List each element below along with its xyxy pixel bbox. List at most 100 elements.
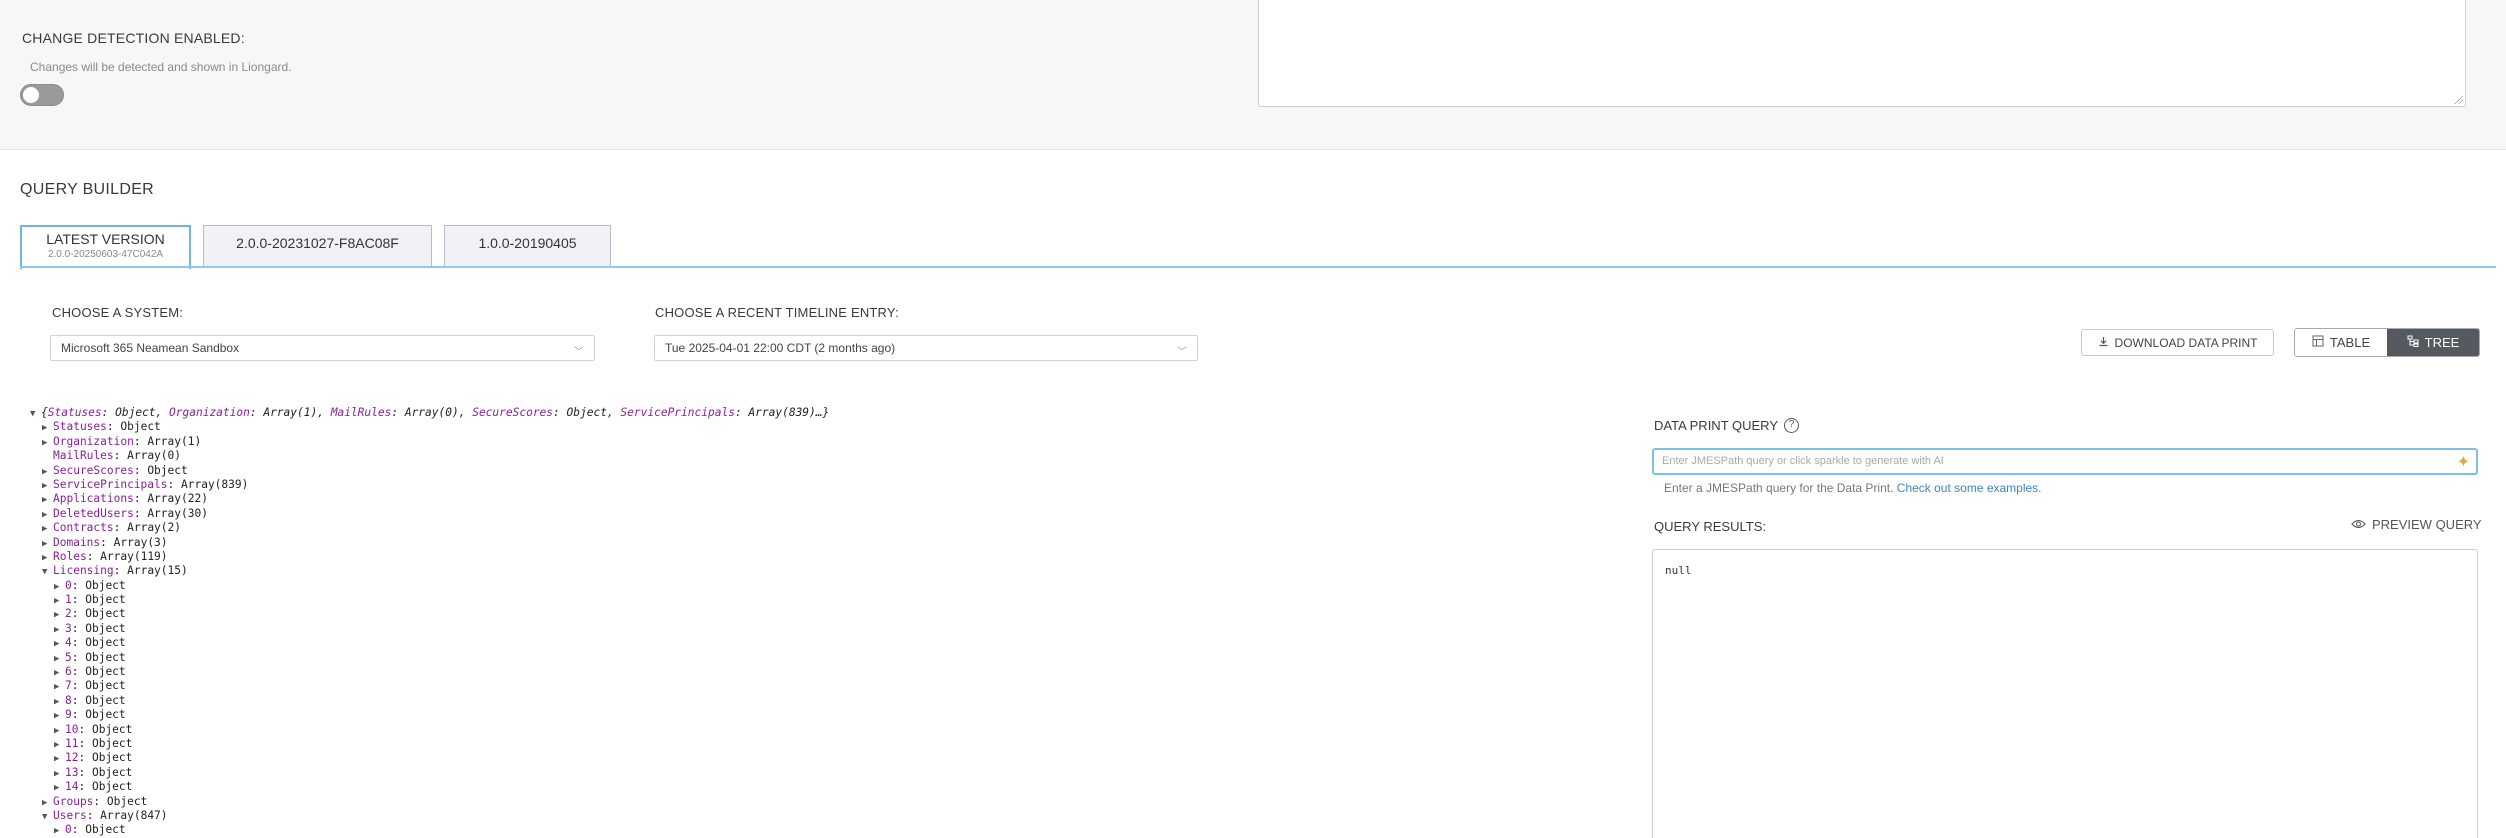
tree-view-button[interactable]: TREE bbox=[2387, 329, 2479, 356]
table-view-button[interactable]: TABLE bbox=[2295, 329, 2387, 356]
chevron-down-icon: ﹀ bbox=[574, 347, 584, 358]
tree-value: Object bbox=[91, 780, 133, 794]
tree-row[interactable]: ▶ Organization: Array(1) bbox=[30, 435, 829, 449]
tree-value: Object bbox=[85, 593, 126, 607]
tree-row[interactable]: ▶ Applications: Array(22) bbox=[30, 492, 829, 506]
root-val: Array(1) bbox=[263, 406, 318, 419]
triangle-right-icon[interactable]: ▶ bbox=[42, 796, 53, 810]
tree-value: Object bbox=[85, 693, 126, 707]
tree-row[interactable]: ▶ Domains: Array(3) bbox=[30, 536, 829, 550]
tab-latest-version[interactable]: LATEST VERSION 2.0.0-20250603-47C042A bbox=[20, 225, 191, 269]
tree-row[interactable]: ▶ Statuses: Object bbox=[30, 420, 829, 434]
query-help: Enter a JMESPath query for the Data Prin… bbox=[1664, 481, 1897, 495]
tree-row[interactable]: ▶ 0: Object bbox=[30, 579, 829, 593]
triangle-right-icon[interactable]: ▶ bbox=[54, 680, 65, 694]
change-detection-help: Changes will be detected and shown in Li… bbox=[30, 60, 292, 74]
tab-version-2-0-0[interactable]: 2.0.0-20231027-F8AC08F bbox=[203, 225, 432, 267]
triangle-right-icon[interactable]: ▶ bbox=[54, 695, 65, 709]
tree-row[interactable]: ▶ 14: Object bbox=[30, 780, 829, 794]
examples-link[interactable]: Check out some examples. bbox=[1897, 481, 2042, 495]
eye-icon bbox=[2351, 517, 2366, 532]
triangle-right-icon[interactable]: ▶ bbox=[54, 666, 65, 680]
root-val: Object bbox=[115, 406, 156, 419]
tree-value: Object bbox=[85, 578, 126, 592]
triangle-right-icon[interactable]: ▶ bbox=[42, 522, 53, 536]
tree-row[interactable]: ▼ Licensing: Array(15) bbox=[30, 564, 829, 578]
tree-row[interactable]: ▶ Groups: Object bbox=[30, 795, 829, 809]
root-val: Array(0) bbox=[404, 406, 459, 419]
triangle-down-icon[interactable]: ▼ bbox=[30, 407, 41, 421]
triangle-right-icon[interactable]: ▶ bbox=[42, 421, 53, 435]
triangle-right-icon[interactable]: ▶ bbox=[54, 652, 65, 666]
triangle-right-icon[interactable]: ▶ bbox=[54, 637, 65, 651]
sparkle-icon[interactable]: ✦ bbox=[2457, 452, 2470, 472]
tree-row[interactable]: ▶ DeletedUsers: Array(30) bbox=[30, 507, 829, 521]
tree-value: Object bbox=[106, 794, 148, 808]
tree-row[interactable]: ▶ 2: Object bbox=[30, 607, 829, 621]
triangle-right-icon[interactable]: ▶ bbox=[54, 623, 65, 637]
tree-row[interactable]: ▶ 3: Object bbox=[30, 622, 829, 636]
timeline-select[interactable]: Tue 2025-04-01 22:00 CDT (2 months ago) … bbox=[654, 335, 1198, 361]
download-icon bbox=[2098, 336, 2109, 350]
tree-row[interactable]: ▶ 5: Object bbox=[30, 651, 829, 665]
triangle-right-icon[interactable]: ▶ bbox=[54, 767, 65, 781]
tree-row[interactable]: ▶ Contracts: Array(2) bbox=[30, 521, 829, 535]
triangle-right-icon[interactable]: ▶ bbox=[42, 465, 53, 479]
triangle-right-icon[interactable]: ▶ bbox=[54, 781, 65, 795]
triangle-right-icon[interactable]: ▶ bbox=[54, 608, 65, 622]
tree-key: 3 bbox=[65, 621, 72, 635]
download-data-print-button[interactable]: DOWNLOAD DATA PRINT bbox=[2081, 329, 2274, 356]
change-detection-toggle[interactable] bbox=[20, 84, 64, 106]
triangle-right-icon[interactable]: ▶ bbox=[54, 824, 65, 838]
tree-row[interactable]: ▶ 7: Object bbox=[30, 679, 829, 693]
preview-query-button[interactable]: PREVIEW QUERY bbox=[2351, 517, 2482, 532]
query-help-text: Enter a JMESPath query for the Data Prin… bbox=[1664, 481, 2042, 495]
triangle-right-icon[interactable]: ▶ bbox=[42, 537, 53, 551]
tree-row[interactable]: ▶ 6: Object bbox=[30, 665, 829, 679]
triangle-right-icon[interactable]: ▶ bbox=[42, 436, 53, 450]
query-results-label: QUERY RESULTS: bbox=[1654, 519, 1766, 534]
tree-row[interactable]: ▶ 11: Object bbox=[30, 737, 829, 751]
triangle-right-icon[interactable]: ▶ bbox=[54, 738, 65, 752]
tree-key: Statuses bbox=[53, 420, 107, 434]
jmespath-query-input[interactable]: Enter JMESPath query or click sparkle to… bbox=[1652, 448, 2478, 475]
tree-root-row[interactable]: ▼ {Statuses: Object, Organization: Array(… bbox=[30, 406, 829, 420]
preview-label: PREVIEW QUERY bbox=[2372, 517, 2482, 532]
system-select[interactable]: Microsoft 365 Neamean Sandbox ﹀ bbox=[50, 335, 595, 361]
triangle-right-icon[interactable]: ▶ bbox=[42, 551, 53, 565]
triangle-right-icon[interactable]: ▶ bbox=[54, 709, 65, 723]
triangle-right-icon[interactable]: ▶ bbox=[54, 580, 65, 594]
tree-row[interactable]: ▶ 9: Object bbox=[30, 708, 829, 722]
triangle-right-icon[interactable]: ▶ bbox=[42, 493, 53, 507]
tree-row[interactable]: ▶ ServicePrincipals: Array(839) bbox=[30, 478, 829, 492]
tree-key: Roles bbox=[53, 549, 87, 563]
triangle-right-icon[interactable]: ▶ bbox=[54, 724, 65, 738]
tree-row[interactable]: ▶ SecureScores: Object bbox=[30, 464, 829, 478]
dpq-label-text: DATA PRINT QUERY bbox=[1654, 418, 1779, 433]
tree-value: Object bbox=[147, 463, 188, 477]
tree-row[interactable]: ▶ 8: Object bbox=[30, 694, 829, 708]
tab-version-1-0-0[interactable]: 1.0.0-20190405 bbox=[444, 225, 611, 267]
tab-underline bbox=[20, 266, 2496, 268]
help-circle-icon[interactable]: ? bbox=[1784, 418, 1800, 433]
triangle-right-icon[interactable]: ▶ bbox=[42, 479, 53, 493]
query-placeholder: Enter JMESPath query or click sparkle to… bbox=[1662, 455, 1944, 467]
triangle-down-icon[interactable]: ▼ bbox=[42, 565, 53, 579]
description-textarea[interactable] bbox=[1258, 0, 2466, 107]
tree-row[interactable]: ▶ 4: Object bbox=[30, 636, 829, 650]
tree-row[interactable]: MailRules: Array(0) bbox=[30, 449, 829, 463]
tree-row[interactable]: ▶ 0: Object bbox=[30, 823, 829, 837]
tree-value: Array(22) bbox=[147, 492, 208, 506]
tree-row[interactable]: ▶ 10: Object bbox=[30, 723, 829, 737]
tree-row[interactable]: ▼ Users: Array(847) bbox=[30, 809, 829, 823]
tree-key: DeletedUsers bbox=[53, 506, 134, 520]
tree-row[interactable]: ▶ 13: Object bbox=[30, 766, 829, 780]
triangle-right-icon[interactable]: ▶ bbox=[54, 752, 65, 766]
tree-row[interactable]: ▶ 12: Object bbox=[30, 751, 829, 765]
triangle-down-icon[interactable]: ▼ bbox=[42, 810, 53, 824]
triangle-right-icon[interactable]: ▶ bbox=[42, 508, 53, 522]
resize-grip-icon[interactable] bbox=[2453, 94, 2463, 104]
tree-row[interactable]: ▶ 1: Object bbox=[30, 593, 829, 607]
tree-row[interactable]: ▶ Roles: Array(119) bbox=[30, 550, 829, 564]
triangle-right-icon[interactable]: ▶ bbox=[54, 594, 65, 608]
